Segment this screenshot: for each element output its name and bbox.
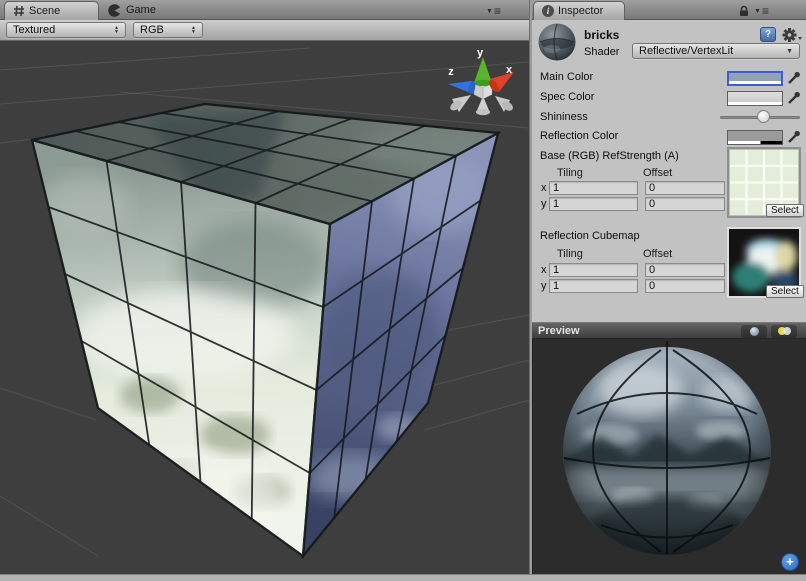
cubemap-select-button[interactable]: Select	[766, 285, 804, 298]
material-name: bricks	[584, 28, 619, 42]
preview-sphere	[533, 339, 806, 574]
tab-inspector[interactable]: i Inspector	[533, 1, 625, 20]
cubemap-tiling-x-field[interactable]	[549, 263, 638, 277]
base-texture-select-button[interactable]: Select	[766, 204, 804, 217]
offset-header: Offset	[643, 167, 672, 179]
material-preview-area[interactable]: +	[532, 339, 806, 574]
main-color-label: Main Color	[540, 71, 593, 83]
spec-color-swatch[interactable]	[727, 91, 783, 106]
panel-dropdown-icon: ▼	[754, 8, 761, 15]
y-row-label: y	[541, 198, 547, 210]
shader-dropdown[interactable]: Reflective/VertexLit ▼	[632, 43, 800, 59]
gizmo-x-label: x	[506, 64, 513, 76]
cubemap-offset-y-field[interactable]	[645, 279, 725, 293]
dropdown-arrow-icon: ▼	[786, 48, 793, 55]
inspector-tabbar: i Inspector ▼ ≡	[532, 0, 806, 20]
window-bottom-edge	[0, 574, 806, 581]
inspector-panel-menu[interactable]: ▼ ≡	[754, 4, 768, 18]
base-tiling-x-field[interactable]	[549, 181, 638, 195]
shader-value: Reflective/VertexLit	[639, 45, 733, 57]
y-row-label: y	[541, 280, 547, 292]
shininess-label: Shininess	[540, 111, 588, 123]
scene-viewport[interactable]: y x z	[0, 0, 529, 574]
preview-lighting-button[interactable]	[771, 325, 797, 338]
panel-menu-icon: ≡	[762, 4, 768, 18]
cubemap-offset-x-field[interactable]	[645, 263, 725, 277]
material-preview-thumbnail	[538, 23, 576, 61]
info-icon: i	[542, 5, 554, 17]
tiling-header: Tiling	[557, 167, 583, 179]
lights-icon	[778, 327, 791, 336]
x-row-label: x	[541, 264, 547, 276]
preview-header[interactable]: Preview	[532, 322, 806, 339]
alpha-bar	[729, 81, 781, 84]
reflection-cubemap-label: Reflection Cubemap	[540, 230, 640, 242]
gear-icon[interactable]	[782, 27, 802, 43]
eyedropper-icon[interactable]	[787, 71, 801, 85]
offset-header: Offset	[643, 248, 672, 260]
preview-title: Preview	[538, 325, 580, 337]
preview-add-button[interactable]: +	[781, 553, 799, 571]
tiling-header: Tiling	[557, 248, 583, 260]
spec-color-label: Spec Color	[540, 91, 594, 103]
base-tiling-y-field[interactable]	[549, 197, 638, 211]
lock-icon[interactable]	[739, 5, 749, 17]
base-map-label: Base (RGB) RefStrength (A)	[540, 150, 679, 162]
base-offset-x-field[interactable]	[645, 181, 725, 195]
eyedropper-icon[interactable]	[787, 130, 801, 144]
reflection-color-swatch[interactable]	[727, 130, 783, 145]
scene-panel: Scene Game ▼ ≡ Textured ▲▼ RGB ▲▼	[0, 0, 529, 581]
alpha-bar	[728, 102, 782, 105]
gizmo-y-label: y	[477, 47, 484, 59]
base-offset-y-field[interactable]	[645, 197, 725, 211]
preview-mesh-button[interactable]	[741, 325, 767, 338]
cubemap-tiling-y-field[interactable]	[549, 279, 638, 293]
help-icon[interactable]: ?	[760, 27, 776, 42]
main-color-swatch[interactable]	[727, 71, 783, 86]
shader-label: Shader	[584, 46, 619, 58]
gizmo-z-label: z	[448, 66, 454, 78]
unity-editor-window: Scene Game ▼ ≡ Textured ▲▼ RGB ▲▼	[0, 0, 806, 581]
x-row-label: x	[541, 182, 547, 194]
alpha-bar	[728, 141, 782, 144]
reflection-color-label: Reflection Color	[540, 130, 618, 142]
eyedropper-icon[interactable]	[787, 91, 801, 105]
tab-inspector-label: Inspector	[558, 5, 603, 17]
sphere-icon	[750, 327, 759, 336]
shininess-slider-thumb[interactable]	[757, 110, 770, 123]
